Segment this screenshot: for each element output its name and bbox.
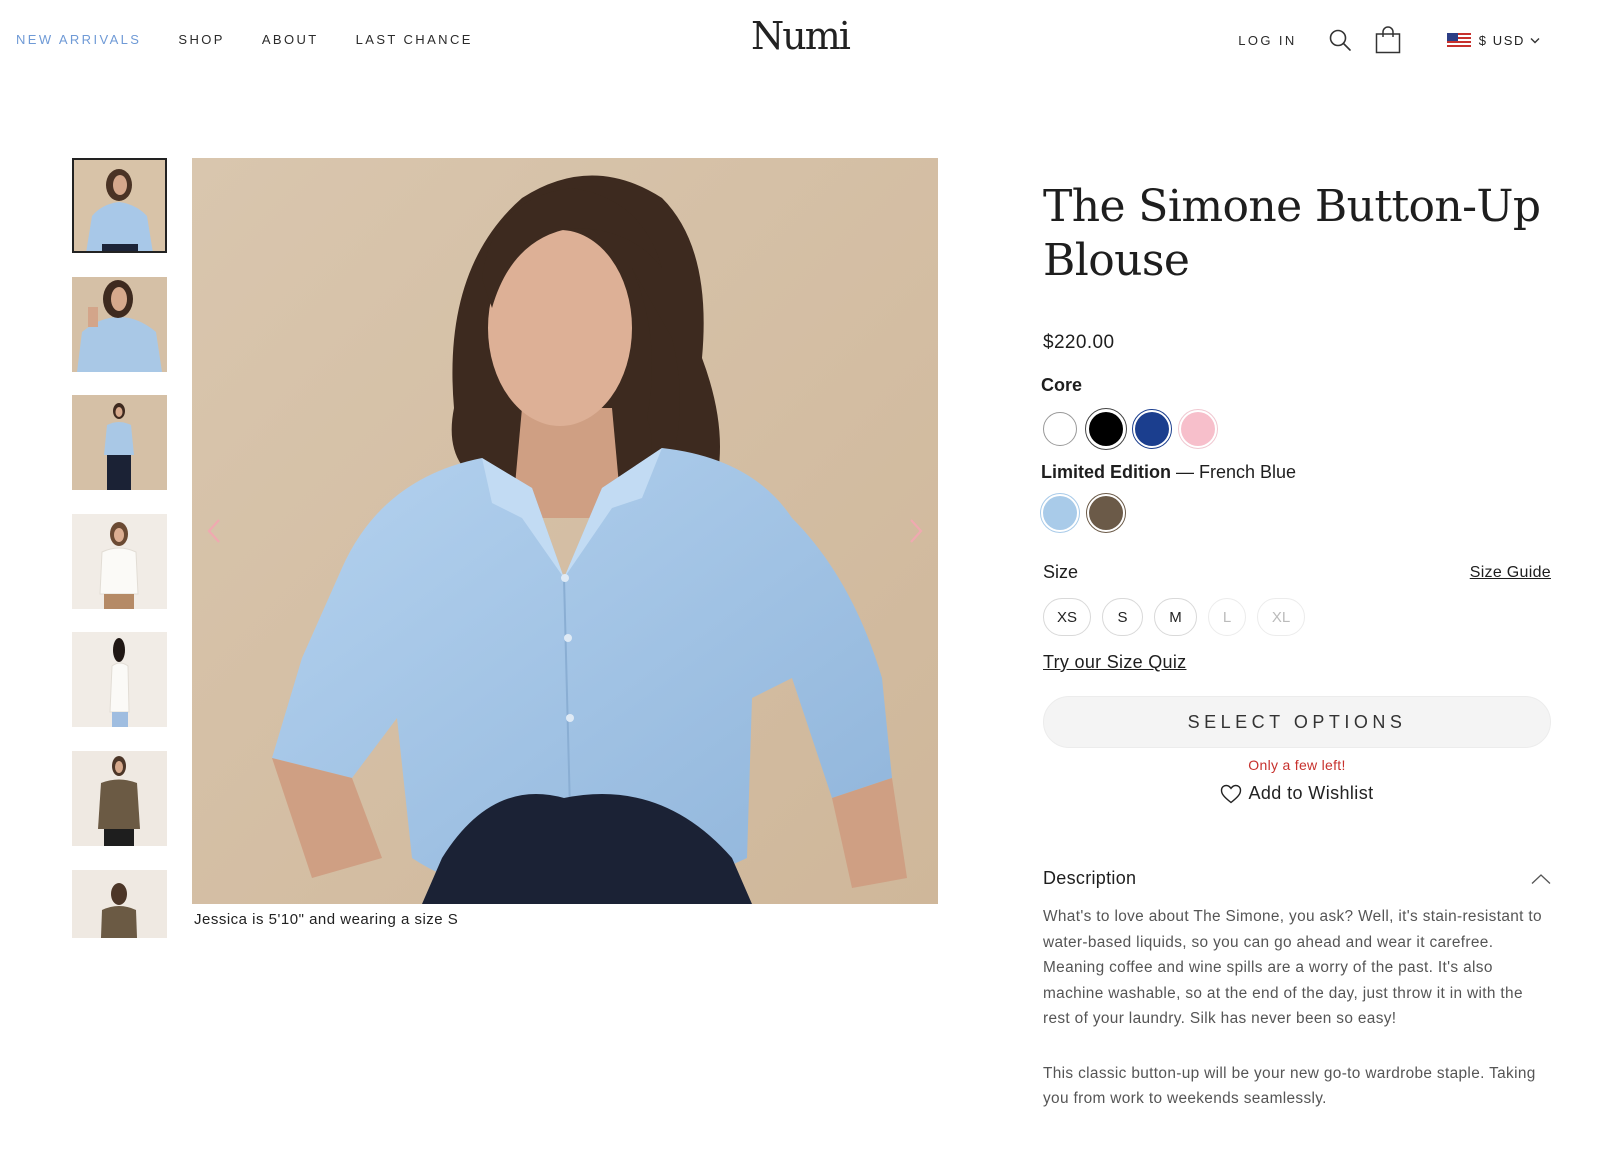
core-color-swatches [1043, 408, 1218, 450]
heart-icon [1221, 784, 1242, 803]
size-s[interactable]: S [1102, 598, 1143, 636]
search-button[interactable] [1325, 25, 1355, 55]
main-product-image [192, 158, 938, 904]
description-paragraph-1: What's to love about The Simone, you ask… [1043, 908, 1542, 1027]
product-title: The Simone Button-Up Blouse [1043, 181, 1541, 286]
thumbnail-image [72, 870, 167, 938]
product-photo [192, 158, 938, 904]
select-options-button[interactable]: SELECT OPTIONS [1043, 696, 1551, 748]
currency-selector[interactable]: $ USD [1446, 32, 1540, 48]
swatch-navy[interactable] [1132, 409, 1172, 449]
chevron-right-icon [910, 519, 923, 543]
thumbnail-image [72, 751, 167, 846]
product-price: $220.00 [1043, 332, 1115, 353]
model-caption: Jessica is 5'10" and wearing a size S [194, 911, 459, 928]
utility-nav: LOG IN $ USD [1238, 22, 1600, 58]
description-paragraph-2: This classic button-up will be your new … [1043, 1064, 1536, 1108]
limited-edition-title: Limited Edition [1041, 462, 1171, 482]
limited-edition-label: Limited Edition — French Blue [1041, 462, 1296, 483]
shopping-bag-icon [1375, 26, 1400, 54]
next-image-button[interactable] [896, 511, 936, 551]
currency-label: $ USD [1478, 32, 1525, 48]
site-header: NEW ARRIVALS SHOP ABOUT LAST CHANCE Numi… [0, 0, 1600, 84]
chevron-left-icon [207, 519, 220, 543]
chevron-down-icon [1530, 37, 1540, 43]
login-link[interactable]: LOG IN [1238, 33, 1296, 48]
thumbnail-image [72, 277, 167, 372]
description-body: What's to love about The Simone, you ask… [1043, 904, 1549, 1112]
size-quiz-link[interactable]: Try our Size Quiz [1043, 652, 1186, 673]
wishlist-label: Add to Wishlist [1248, 783, 1374, 803]
search-icon [1329, 29, 1351, 51]
swatch-black[interactable] [1085, 408, 1127, 450]
stock-warning: Only a few left! [1248, 757, 1346, 773]
thumbnail-3[interactable] [72, 395, 167, 490]
swatch-french-blue[interactable] [1040, 493, 1080, 533]
thumbnail-strip [72, 158, 167, 938]
site-logo[interactable]: Numi [751, 14, 851, 58]
size-m[interactable]: M [1154, 598, 1197, 636]
nav-new-arrivals[interactable]: NEW ARRIVALS [16, 32, 141, 47]
thumbnail-6[interactable] [72, 751, 167, 846]
size-xs[interactable]: XS [1043, 598, 1091, 636]
thumbnail-image [72, 514, 167, 609]
thumbnail-7[interactable] [72, 870, 167, 938]
main-nav: NEW ARRIVALS SHOP ABOUT LAST CHANCE [16, 32, 473, 47]
nav-about[interactable]: ABOUT [262, 32, 319, 47]
size-l[interactable]: L [1208, 598, 1246, 636]
limited-color-swatches [1040, 493, 1126, 533]
size-options: XS S M L XL [1043, 598, 1305, 636]
thumbnail-image [72, 632, 167, 727]
thumbnail-image [72, 395, 167, 490]
nav-shop[interactable]: SHOP [178, 32, 224, 47]
description-heading: Description [1043, 868, 1137, 888]
thumbnail-image [72, 158, 167, 253]
nav-last-chance[interactable]: LAST CHANCE [356, 32, 473, 47]
size-label: Size [1043, 562, 1079, 582]
previous-image-button[interactable] [194, 511, 234, 551]
thumbnail-1[interactable] [72, 158, 167, 253]
description-accordion-header[interactable]: Description [1043, 868, 1551, 889]
add-to-wishlist-button[interactable]: Add to Wishlist [1043, 783, 1551, 804]
limited-edition-separator: — [1171, 462, 1200, 482]
selected-color-name: French Blue [1199, 462, 1297, 482]
swatch-white[interactable] [1043, 412, 1077, 446]
size-guide-link[interactable]: Size Guide [1470, 564, 1551, 582]
core-colors-label: Core [1041, 375, 1083, 395]
thumbnail-5[interactable] [72, 632, 167, 727]
chevron-up-icon [1531, 873, 1551, 884]
thumbnail-4[interactable] [72, 514, 167, 609]
thumbnail-2[interactable] [72, 277, 167, 372]
product-panel: The Simone Button-Up Blouse $220.00 Core… [1040, 180, 1551, 1107]
cart-button[interactable] [1373, 25, 1403, 55]
us-flag-icon [1446, 33, 1471, 47]
size-xl[interactable]: XL [1257, 598, 1305, 636]
swatch-olive-brown[interactable] [1086, 493, 1126, 533]
swatch-pink[interactable] [1178, 409, 1218, 449]
